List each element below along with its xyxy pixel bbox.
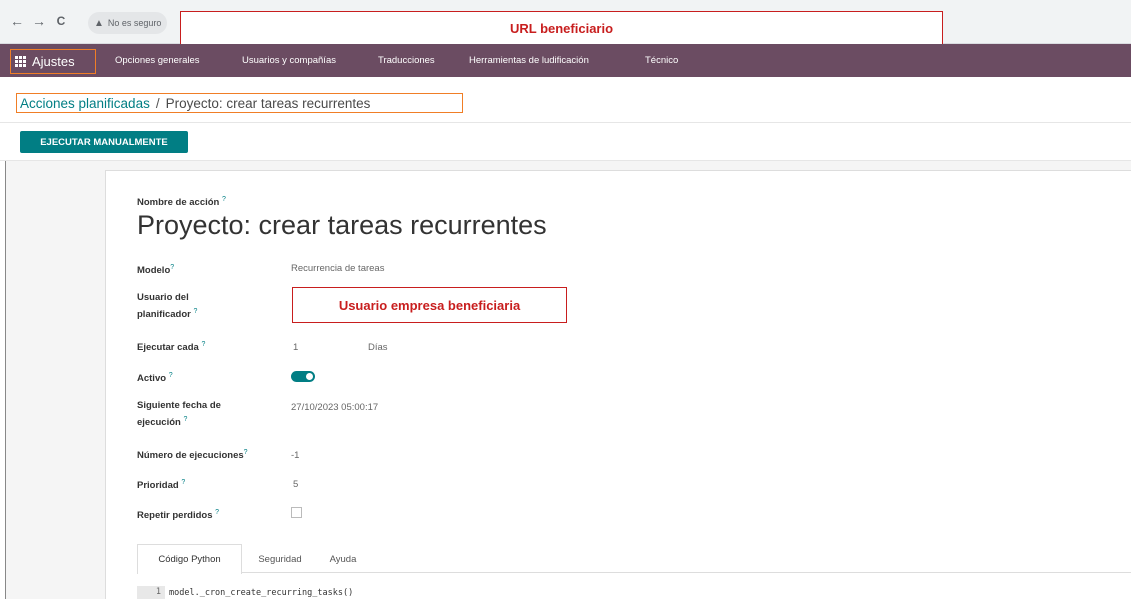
nav-item-technical[interactable]: Técnico xyxy=(645,55,678,66)
next-execution-value[interactable]: 27/10/2023 05:00:17 xyxy=(291,402,378,413)
tab-help[interactable]: Ayuda xyxy=(318,544,368,573)
nav-item-general-options[interactable]: Opciones generales xyxy=(115,55,200,66)
user-annotation: Usuario empresa beneficiaria xyxy=(338,297,521,313)
num-calls-label: Número de ejecuciones? xyxy=(137,449,248,462)
security-indicator[interactable]: ▲ No es seguro xyxy=(88,12,168,34)
main-navbar: Ajustes Opciones generales Usuarios y co… xyxy=(0,44,1131,77)
forward-arrow-icon[interactable]: → xyxy=(30,13,48,29)
security-label: No es seguro xyxy=(107,18,162,28)
interval-label: Ejecutar cada ? xyxy=(137,341,206,354)
nav-item-translations[interactable]: Traducciones xyxy=(378,55,435,66)
app-grid-icon xyxy=(15,56,26,67)
breadcrumb-current: Proyecto: crear tareas recurrentes xyxy=(165,95,371,111)
repeat-missed-checkbox[interactable] xyxy=(291,507,302,518)
reload-icon[interactable]: C xyxy=(52,14,70,28)
code-line: model._cron_create_recurring_tasks() xyxy=(169,587,354,598)
priority-value[interactable]: 5 xyxy=(293,479,298,490)
toggle-knob xyxy=(306,373,313,380)
left-border xyxy=(5,161,6,599)
help-icon[interactable]: ? xyxy=(169,372,173,379)
breadcrumb: Acciones planificadas / Proyecto: crear … xyxy=(16,93,463,113)
help-icon[interactable]: ? xyxy=(244,449,248,456)
address-bar[interactable]: URL beneficiario xyxy=(180,11,943,45)
app-name: Ajustes xyxy=(32,54,75,69)
action-name-label: Nombre de acción ? xyxy=(137,196,226,209)
model-label: Modelo? xyxy=(137,264,175,277)
app-menu-button[interactable]: Ajustes xyxy=(10,49,96,74)
interval-unit[interactable]: Días xyxy=(368,342,388,353)
active-toggle[interactable] xyxy=(291,371,315,382)
tab-python-code[interactable]: Código Python xyxy=(137,544,242,574)
warning-triangle-icon: ▲ xyxy=(94,17,104,29)
nav-item-gamification-tools[interactable]: Herramientas de ludificación xyxy=(469,55,589,66)
repeat-missed-label: Repetir perdidos ? xyxy=(137,509,220,522)
help-icon[interactable]: ? xyxy=(215,509,219,516)
run-manually-button[interactable]: EJECUTAR MANUALMENTE xyxy=(20,131,188,153)
back-arrow-icon[interactable]: ← xyxy=(8,13,26,29)
priority-label: Prioridad ? xyxy=(137,479,186,492)
num-calls-value[interactable]: -1 xyxy=(291,450,299,461)
tab-security[interactable]: Seguridad xyxy=(246,544,314,573)
next-execution-label: Siguiente fecha de ejecución ? xyxy=(137,400,221,429)
help-icon[interactable]: ? xyxy=(201,341,205,348)
nav-item-users-companies[interactable]: Usuarios y compañías xyxy=(242,55,336,66)
page-title[interactable]: Proyecto: crear tareas recurrentes xyxy=(137,210,547,241)
help-icon[interactable]: ? xyxy=(183,416,187,423)
help-icon[interactable]: ? xyxy=(222,196,226,203)
scheduler-user-label: Usuario del planificador ? xyxy=(137,292,198,321)
help-icon[interactable]: ? xyxy=(193,308,197,315)
interval-number[interactable]: 1 xyxy=(293,342,298,353)
help-icon[interactable]: ? xyxy=(170,264,174,271)
active-label: Activo ? xyxy=(137,372,173,385)
help-icon[interactable]: ? xyxy=(181,479,185,486)
breadcrumb-separator: / xyxy=(155,95,160,111)
scheduler-user-field[interactable]: Usuario empresa beneficiaria xyxy=(292,287,567,323)
line-number: 1 xyxy=(137,586,165,599)
browser-toolbar: ← → C ▲ No es seguro URL beneficiario xyxy=(0,0,1131,45)
breadcrumb-parent[interactable]: Acciones planificadas xyxy=(20,96,150,111)
python-code-editor[interactable]: 1 model._cron_create_recurring_tasks() xyxy=(137,586,1131,599)
url-annotation: URL beneficiario xyxy=(509,20,614,36)
divider xyxy=(0,122,1131,123)
model-value[interactable]: Recurrencia de tareas xyxy=(291,263,384,274)
